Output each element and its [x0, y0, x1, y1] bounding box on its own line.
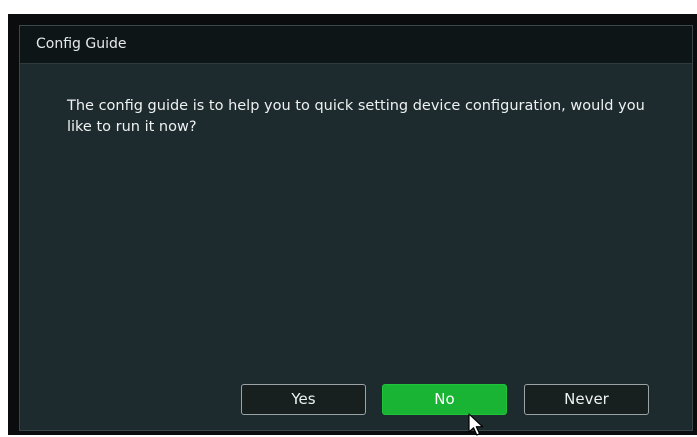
dialog-titlebar: Config Guide	[20, 26, 692, 64]
never-button[interactable]: Never	[524, 384, 649, 415]
mouse-pointer-icon	[468, 413, 484, 436]
yes-button[interactable]: Yes	[241, 384, 366, 415]
no-button[interactable]: No	[382, 384, 507, 415]
config-guide-dialog: Config Guide The config guide is to help…	[19, 25, 693, 431]
dialog-title: Config Guide	[36, 36, 127, 52]
screen: Config Guide The config guide is to help…	[0, 0, 697, 436]
dialog-message: The config guide is to help you to quick…	[67, 98, 645, 135]
